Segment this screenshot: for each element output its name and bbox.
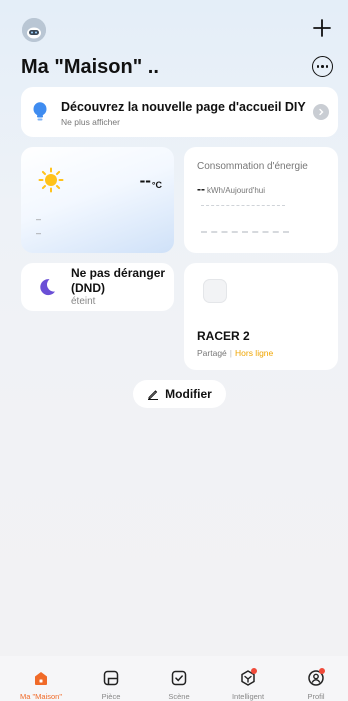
dnd-card[interactable]: Ne pas déranger (DND) éteint (21, 263, 174, 311)
avatar[interactable] (22, 18, 46, 42)
dnd-status: éteint (71, 296, 96, 307)
tab-smart[interactable]: Intelligent (218, 656, 278, 701)
banner-arrow-button[interactable] (313, 104, 329, 120)
room-icon (103, 670, 119, 686)
modify-button[interactable]: Modifier (133, 380, 226, 408)
home-title[interactable]: Ma "Maison" .. (21, 56, 159, 79)
energy-placeholder-line (201, 205, 285, 206)
chevron-right-icon (319, 108, 324, 116)
tab-label: Scène (168, 692, 190, 701)
sun-icon (38, 167, 64, 193)
device-card[interactable]: RACER 2 Partagé | Hors ligne (184, 263, 338, 370)
plus-icon (313, 19, 331, 37)
temperature-number: -- (139, 171, 151, 190)
device-status-line: Partagé | Hors ligne (197, 348, 273, 358)
energy-title: Consommation d'énergie (197, 161, 308, 172)
lightbulb-icon (33, 102, 47, 121)
more-options-button[interactable] (312, 56, 333, 77)
bottom-tab-bar: Ma "Maison" Pièce Scène Intelligent Prof… (0, 656, 348, 701)
diy-banner[interactable]: Découvrez la nouvelle page d'accueil DIY… (21, 87, 338, 137)
temperature-value: --°C (140, 171, 162, 191)
energy-unit: kWh/Aujourd'hui (207, 186, 265, 195)
dismiss-banner-link[interactable]: Ne plus afficher (61, 117, 120, 127)
tab-room[interactable]: Pièce (81, 656, 141, 701)
dot-icon (316, 65, 320, 68)
notification-badge (251, 668, 257, 674)
separator: | (229, 348, 232, 358)
energy-card[interactable]: Consommation d'énergie -- kWh/Aujourd'hui (184, 147, 338, 253)
pencil-icon (148, 390, 159, 400)
device-shared-label: Partagé (197, 348, 227, 358)
tab-label: Intelligent (231, 692, 265, 701)
energy-number: -- (197, 182, 205, 196)
weather-card[interactable]: --°C – – (21, 147, 174, 253)
modify-label: Modifier (165, 387, 212, 401)
dot-icon (325, 65, 329, 68)
tab-label: Pièce (101, 692, 121, 701)
temperature-unit: °C (151, 180, 162, 190)
energy-value: -- kWh/Aujourd'hui (197, 182, 265, 196)
device-name: RACER 2 (197, 329, 250, 343)
tab-profile[interactable]: Profil (286, 656, 346, 701)
energy-placeholder-line (201, 231, 289, 233)
tab-home[interactable]: Ma "Maison" (11, 656, 71, 701)
notification-badge (319, 668, 325, 674)
top-bar (0, 0, 348, 60)
dot-icon (321, 65, 324, 68)
tab-label: Profil (307, 692, 325, 701)
device-icon (203, 279, 227, 303)
weather-line-2: – (36, 228, 42, 238)
scene-icon (171, 670, 187, 686)
banner-title: Découvrez la nouvelle page d'accueil DIY (61, 100, 306, 114)
robot-avatar-icon (22, 18, 46, 42)
device-offline-status: Hors ligne (235, 348, 274, 358)
tab-label: Ma "Maison" (19, 692, 62, 701)
tab-scene[interactable]: Scène (149, 656, 209, 701)
weather-line-1: – (36, 214, 42, 224)
dnd-title: Ne pas déranger (DND) (71, 266, 166, 295)
home-icon (35, 672, 47, 685)
moon-icon (40, 279, 55, 296)
add-button[interactable] (310, 16, 334, 40)
